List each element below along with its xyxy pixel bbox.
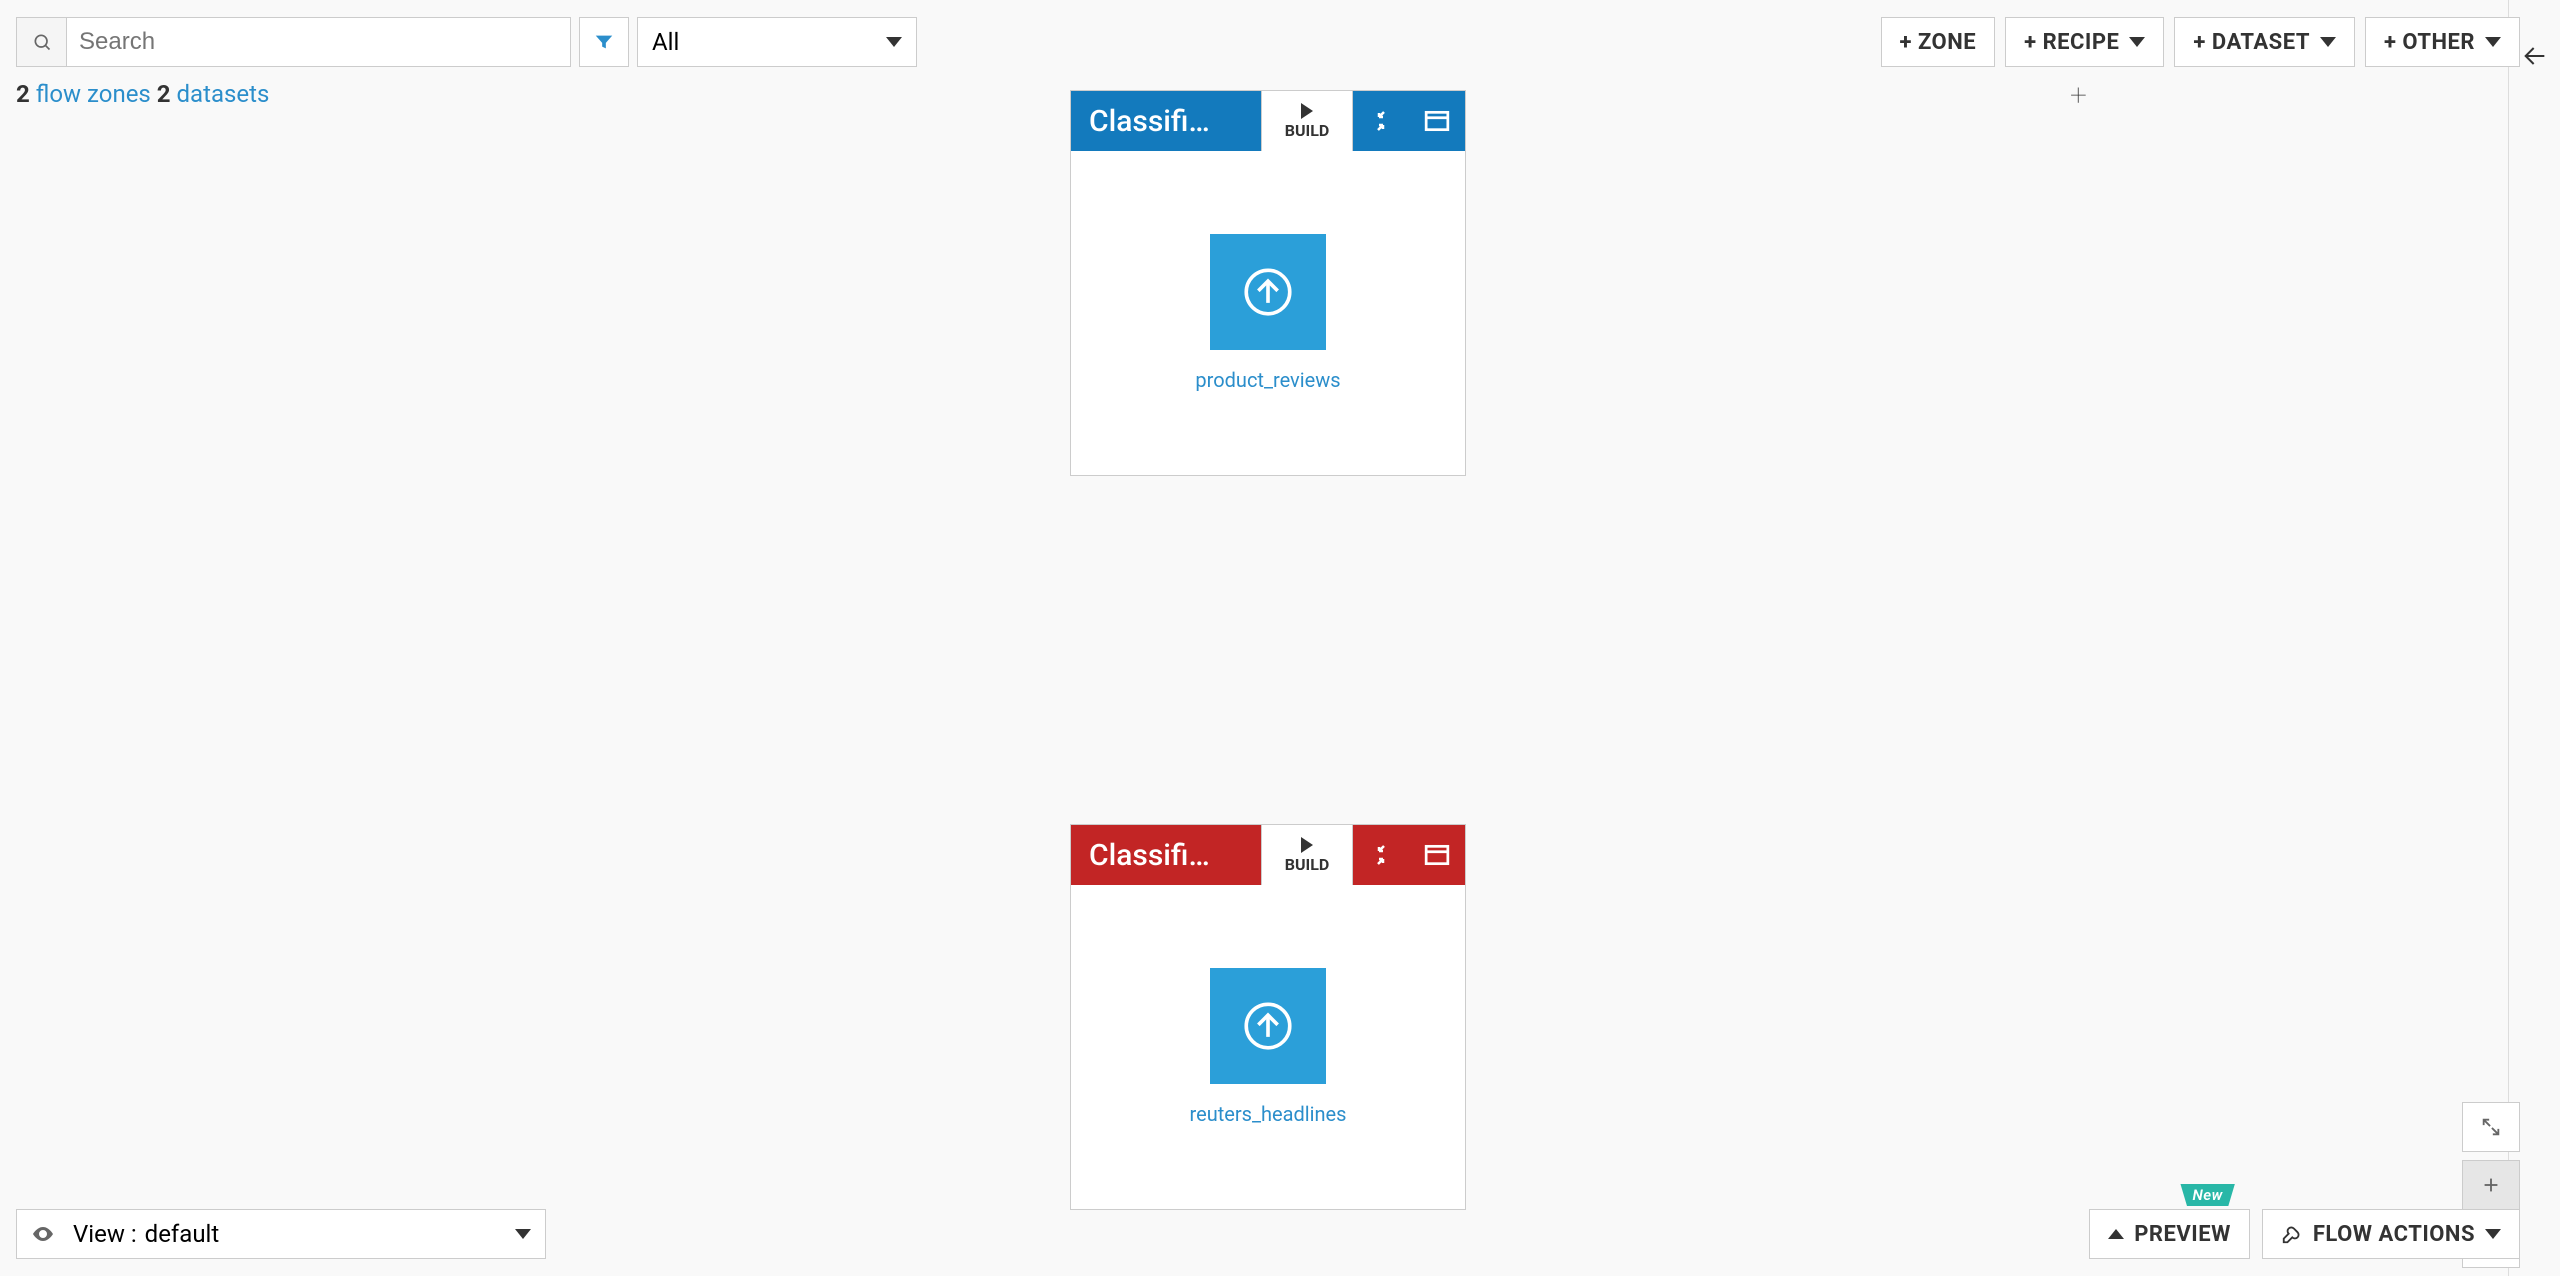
flow-canvas[interactable]: Classifi… BUILD bbox=[0, 0, 2560, 1276]
flow-actions-label: FLOW ACTIONS bbox=[2313, 1222, 2475, 1247]
build-label: BUILD bbox=[1285, 855, 1330, 874]
dataset-label[interactable]: reuters_headlines bbox=[1190, 1102, 1347, 1126]
fullscreen-button[interactable] bbox=[2462, 1102, 2520, 1152]
chevron-down-icon bbox=[515, 1229, 531, 1239]
play-icon bbox=[1301, 837, 1313, 853]
zone-title[interactable]: Classifi… bbox=[1071, 91, 1261, 151]
wrench-icon bbox=[2281, 1223, 2303, 1245]
bottombar: View : default New PREVIEW FLOW ACTIONS bbox=[16, 1208, 2520, 1260]
preview-button[interactable]: New PREVIEW bbox=[2089, 1209, 2250, 1259]
view-name: default bbox=[145, 1220, 220, 1248]
collapse-icon[interactable] bbox=[1353, 825, 1409, 885]
view-select[interactable]: View : default bbox=[16, 1209, 546, 1259]
eye-icon bbox=[31, 1222, 55, 1246]
dataset-label[interactable]: product_reviews bbox=[1195, 368, 1340, 392]
dataset-icon[interactable] bbox=[1210, 234, 1326, 350]
cursor-plus-icon: + bbox=[2070, 78, 2087, 113]
zone-title[interactable]: Classifi… bbox=[1071, 825, 1261, 885]
zoom-controls bbox=[2462, 1102, 2520, 1210]
view-prefix: View : bbox=[73, 1220, 137, 1248]
new-badge: New bbox=[2180, 1184, 2234, 1206]
zone-card[interactable]: Classifi… BUILD bbox=[1070, 824, 1466, 1210]
chevron-up-icon bbox=[2108, 1229, 2124, 1239]
chevron-down-icon bbox=[2485, 1229, 2501, 1239]
dataset-icon[interactable] bbox=[1210, 968, 1326, 1084]
window-icon[interactable] bbox=[1409, 825, 1465, 885]
collapse-icon[interactable] bbox=[1353, 91, 1409, 151]
zone-header: Classifi… BUILD bbox=[1071, 825, 1465, 885]
play-icon bbox=[1301, 103, 1313, 119]
window-icon[interactable] bbox=[1409, 91, 1465, 151]
build-button[interactable]: BUILD bbox=[1261, 91, 1353, 151]
zoom-in-button[interactable] bbox=[2462, 1160, 2520, 1210]
zone-header: Classifi… BUILD bbox=[1071, 91, 1465, 151]
zone-card[interactable]: Classifi… BUILD bbox=[1070, 90, 1466, 476]
zone-body: product_reviews bbox=[1071, 151, 1465, 475]
preview-label: PREVIEW bbox=[2134, 1222, 2231, 1247]
build-button[interactable]: BUILD bbox=[1261, 825, 1353, 885]
build-label: BUILD bbox=[1285, 121, 1330, 140]
zone-body: reuters_headlines bbox=[1071, 885, 1465, 1209]
flow-actions-button[interactable]: FLOW ACTIONS bbox=[2262, 1209, 2520, 1259]
